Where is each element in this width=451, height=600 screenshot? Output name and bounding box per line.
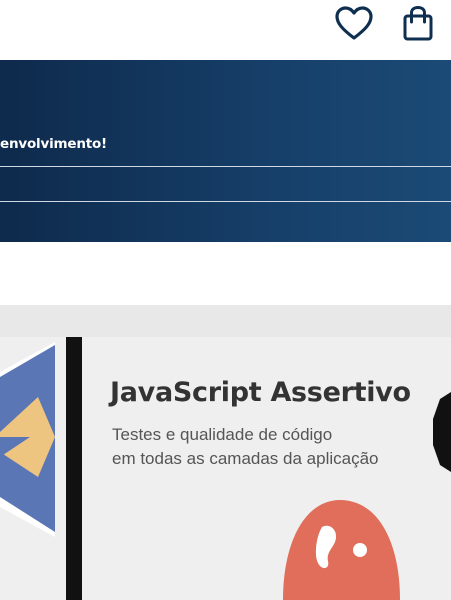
heart-icon[interactable] — [334, 5, 374, 43]
book-cover-image[interactable]: JavaScript Assertivo Testes e qualidade … — [0, 337, 451, 600]
cover-subtitle: Testes e qualidade de código em todas as… — [112, 423, 432, 471]
mascot-shape — [283, 500, 400, 600]
banner-row[interactable] — [0, 201, 451, 236]
top-bar — [0, 0, 451, 60]
shopping-bag-icon[interactable] — [398, 4, 438, 44]
cover-subtitle-line: Testes e qualidade de código — [112, 425, 333, 444]
banner-row[interactable] — [0, 166, 451, 201]
promo-banner: envolvimento! — [0, 60, 451, 242]
banner-headline: envolvimento! — [0, 136, 108, 152]
cover-subtitle-line: em todas as camadas da aplicação — [112, 449, 379, 468]
cover-title: JavaScript Assertivo — [110, 377, 411, 408]
section-divider — [0, 305, 451, 337]
